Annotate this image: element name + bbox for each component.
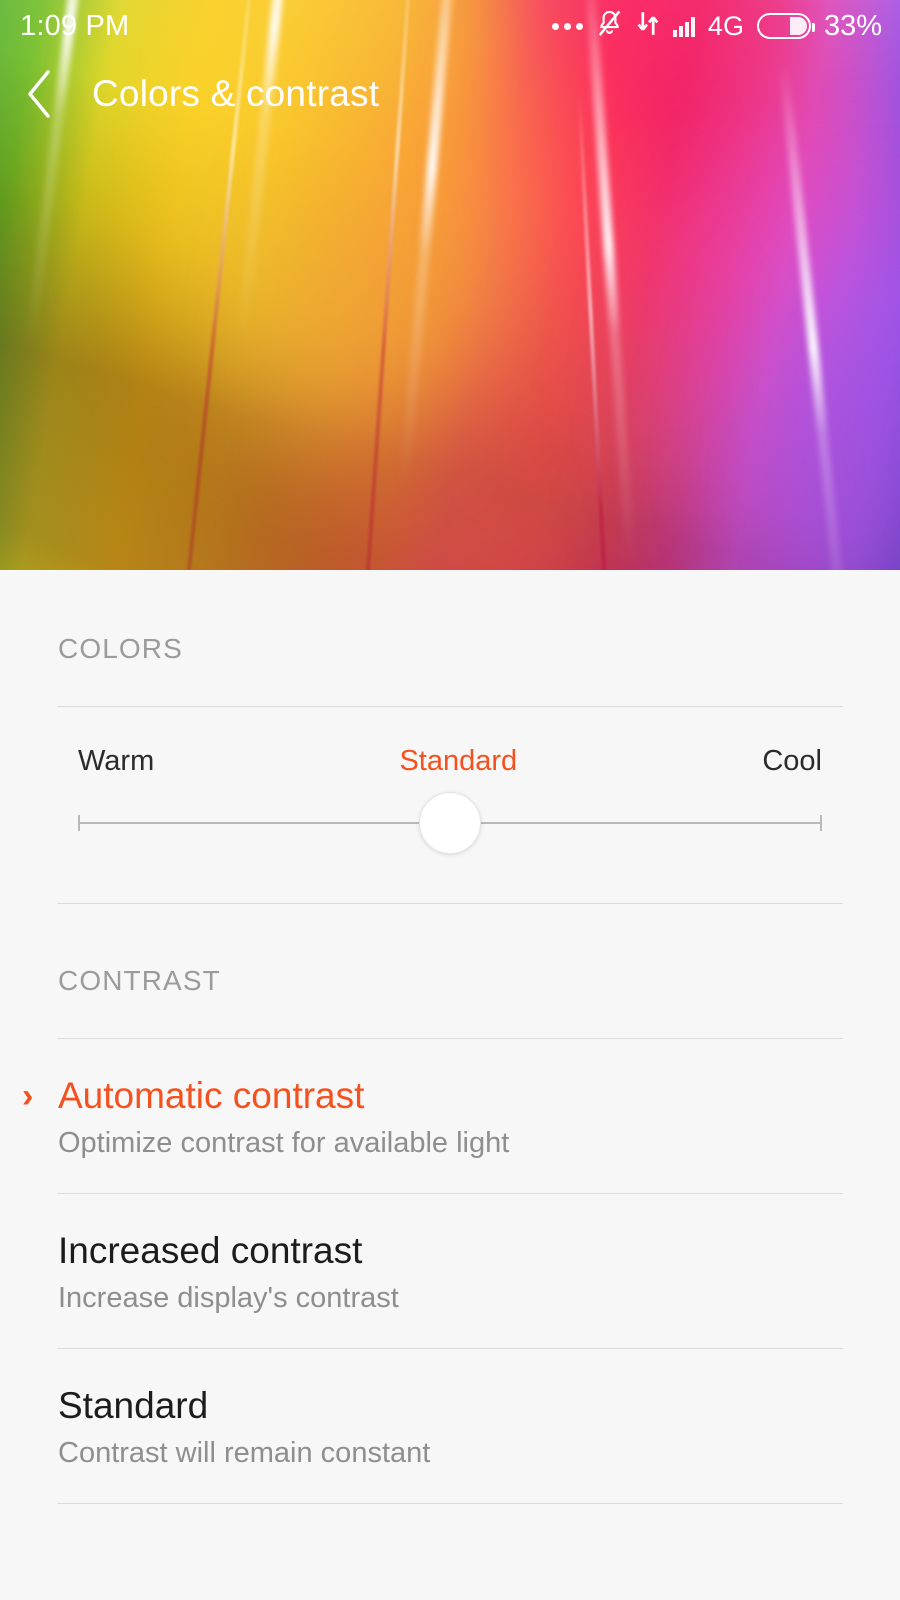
back-button[interactable] bbox=[0, 52, 78, 136]
app-bar: Colors & contrast bbox=[0, 52, 900, 136]
battery-percent-label: 33% bbox=[823, 9, 882, 42]
network-type-label: 4G bbox=[707, 10, 744, 41]
contrast-option-automatic[interactable]: › Automatic contrast Optimize contrast f… bbox=[0, 1039, 900, 1193]
slider-label-standard[interactable]: Standard bbox=[399, 745, 517, 778]
slider-labels: Warm Standard Cool bbox=[78, 745, 822, 778]
divider-after-standard bbox=[57, 1503, 843, 1504]
status-bar-icons: 4G 33% bbox=[551, 9, 882, 43]
phone-screen: 1:09 PM 4G 33% Colors & contrast COLORS … bbox=[0, 0, 900, 1600]
data-transfer-icon bbox=[636, 10, 660, 42]
selected-marker-icon: › bbox=[22, 1077, 34, 1115]
colors-section-label: COLORS bbox=[58, 633, 183, 664]
chevron-left-icon bbox=[22, 68, 56, 120]
bell-muted-icon bbox=[596, 9, 623, 43]
settings-content: COLORS Warm Standard Cool CONTRAST › Aut… bbox=[0, 570, 900, 1600]
status-bar-clock: 1:09 PM bbox=[20, 9, 130, 42]
option-subtitle: Contrast will remain constant bbox=[58, 1437, 431, 1469]
option-title: Automatic contrast bbox=[58, 1075, 365, 1116]
signal-bars-icon bbox=[672, 15, 695, 37]
slider-thumb[interactable] bbox=[419, 792, 481, 854]
option-subtitle: Optimize contrast for available light bbox=[58, 1127, 510, 1159]
status-bar: 1:09 PM 4G 33% bbox=[0, 0, 900, 52]
slider-track-cap-right bbox=[820, 815, 822, 831]
slider-label-warm[interactable]: Warm bbox=[78, 745, 154, 778]
option-title: Standard bbox=[58, 1385, 209, 1426]
slider-label-cool[interactable]: Cool bbox=[762, 745, 822, 778]
more-dots-icon bbox=[551, 22, 583, 30]
slider-track-wrap[interactable] bbox=[78, 792, 822, 854]
slider-track-cap-left bbox=[78, 815, 80, 831]
option-title: Increased contrast bbox=[58, 1230, 363, 1271]
page-title: Colors & contrast bbox=[92, 73, 380, 114]
contrast-option-standard[interactable]: Standard Contrast will remain constant bbox=[0, 1349, 900, 1503]
color-temperature-slider[interactable]: Warm Standard Cool bbox=[0, 707, 900, 903]
contrast-option-increased[interactable]: Increased contrast Increase display's co… bbox=[0, 1194, 900, 1348]
battery-icon bbox=[756, 13, 815, 39]
option-subtitle: Increase display's contrast bbox=[58, 1282, 399, 1314]
contrast-section-label: CONTRAST bbox=[58, 965, 221, 996]
